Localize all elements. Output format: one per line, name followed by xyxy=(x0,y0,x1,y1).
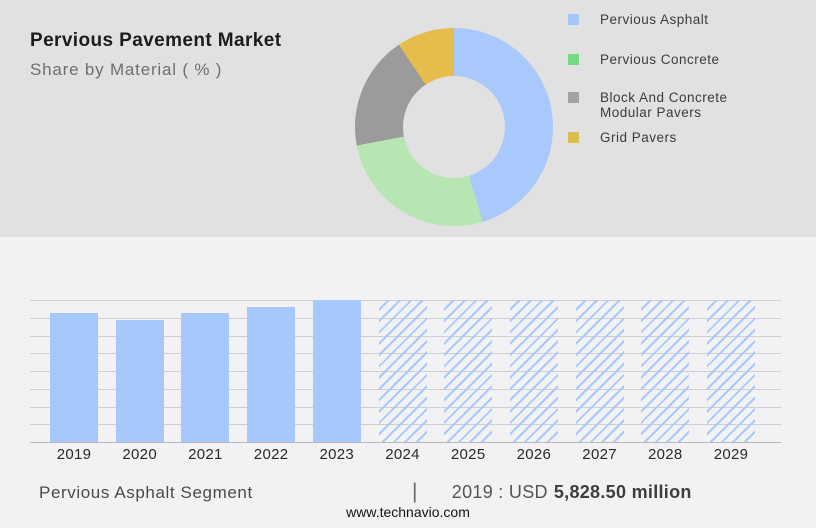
legend-swatch xyxy=(568,54,579,65)
legend-item: Pervious Asphalt xyxy=(568,12,709,27)
legend-swatch xyxy=(568,92,579,103)
segment-value-group: | 2019 : USD 5,828.50 million xyxy=(412,480,692,504)
legend-item: Pervious Concrete xyxy=(568,52,720,67)
footer-divider: | xyxy=(412,480,418,503)
donut-hole xyxy=(403,76,505,178)
forecast-bar-2027 xyxy=(575,300,624,442)
forecast-bar-2025 xyxy=(444,300,493,442)
year-label-2028: 2028 xyxy=(648,446,683,463)
legend-label: Pervious Concrete xyxy=(600,52,720,67)
year-label-2022: 2022 xyxy=(253,446,289,463)
page-subtitle: Share by Material ( % ) xyxy=(30,60,223,79)
segment-value: 5,828.50 million xyxy=(553,481,692,502)
legend-label: Grid Pavers xyxy=(600,130,677,145)
segment-label: Pervious Asphalt Segment xyxy=(39,483,253,502)
bar-chart: 2019 2020 2021 2022 2023 2024 2025 2026 2027 2028… xyxy=(30,300,781,463)
page-title: Pervious Pavement Market xyxy=(30,30,282,51)
bar-2022 xyxy=(247,307,296,442)
bar-2023 xyxy=(312,300,361,442)
website-url: www.technavio.com xyxy=(346,504,470,520)
year-label-2027: 2027 xyxy=(582,446,617,463)
legend-item: Block And Concrete Modular Pavers xyxy=(568,90,778,120)
legend-swatch xyxy=(568,132,579,143)
bar-2020 xyxy=(115,320,164,442)
forecast-bar-2029 xyxy=(707,300,755,442)
chart-legend: Pervious Asphalt Pervious Concrete Block A… xyxy=(568,0,808,237)
donut-chart xyxy=(355,28,553,226)
header-panel: Pervious Pavement Market Share by Materi… xyxy=(0,0,816,237)
forecast-bar-2026 xyxy=(509,300,558,442)
legend-label: Pervious Asphalt xyxy=(600,12,709,27)
year-label-2021: 2021 xyxy=(188,446,223,463)
x-axis-baseline xyxy=(30,442,781,443)
legend-swatch xyxy=(568,14,579,25)
bar-2021 xyxy=(181,313,230,442)
year-label-2023: 2023 xyxy=(319,446,355,463)
year-label-2026: 2026 xyxy=(516,446,552,463)
year-label-2025: 2025 xyxy=(450,446,486,463)
forecast-bar-2024 xyxy=(378,300,427,442)
year-label-2019: 2019 xyxy=(56,446,92,463)
value-prefix: 2019 : USD xyxy=(451,481,548,502)
year-label-2024: 2024 xyxy=(385,446,420,463)
legend-label: Block And Concrete Modular Pavers xyxy=(600,90,728,120)
year-label-2020: 2020 xyxy=(122,446,157,463)
year-label-2029: 2029 xyxy=(713,446,749,463)
legend-item: Grid Pavers xyxy=(568,130,677,145)
forecast-bar-2028 xyxy=(641,300,690,442)
bar-2019 xyxy=(50,313,98,442)
